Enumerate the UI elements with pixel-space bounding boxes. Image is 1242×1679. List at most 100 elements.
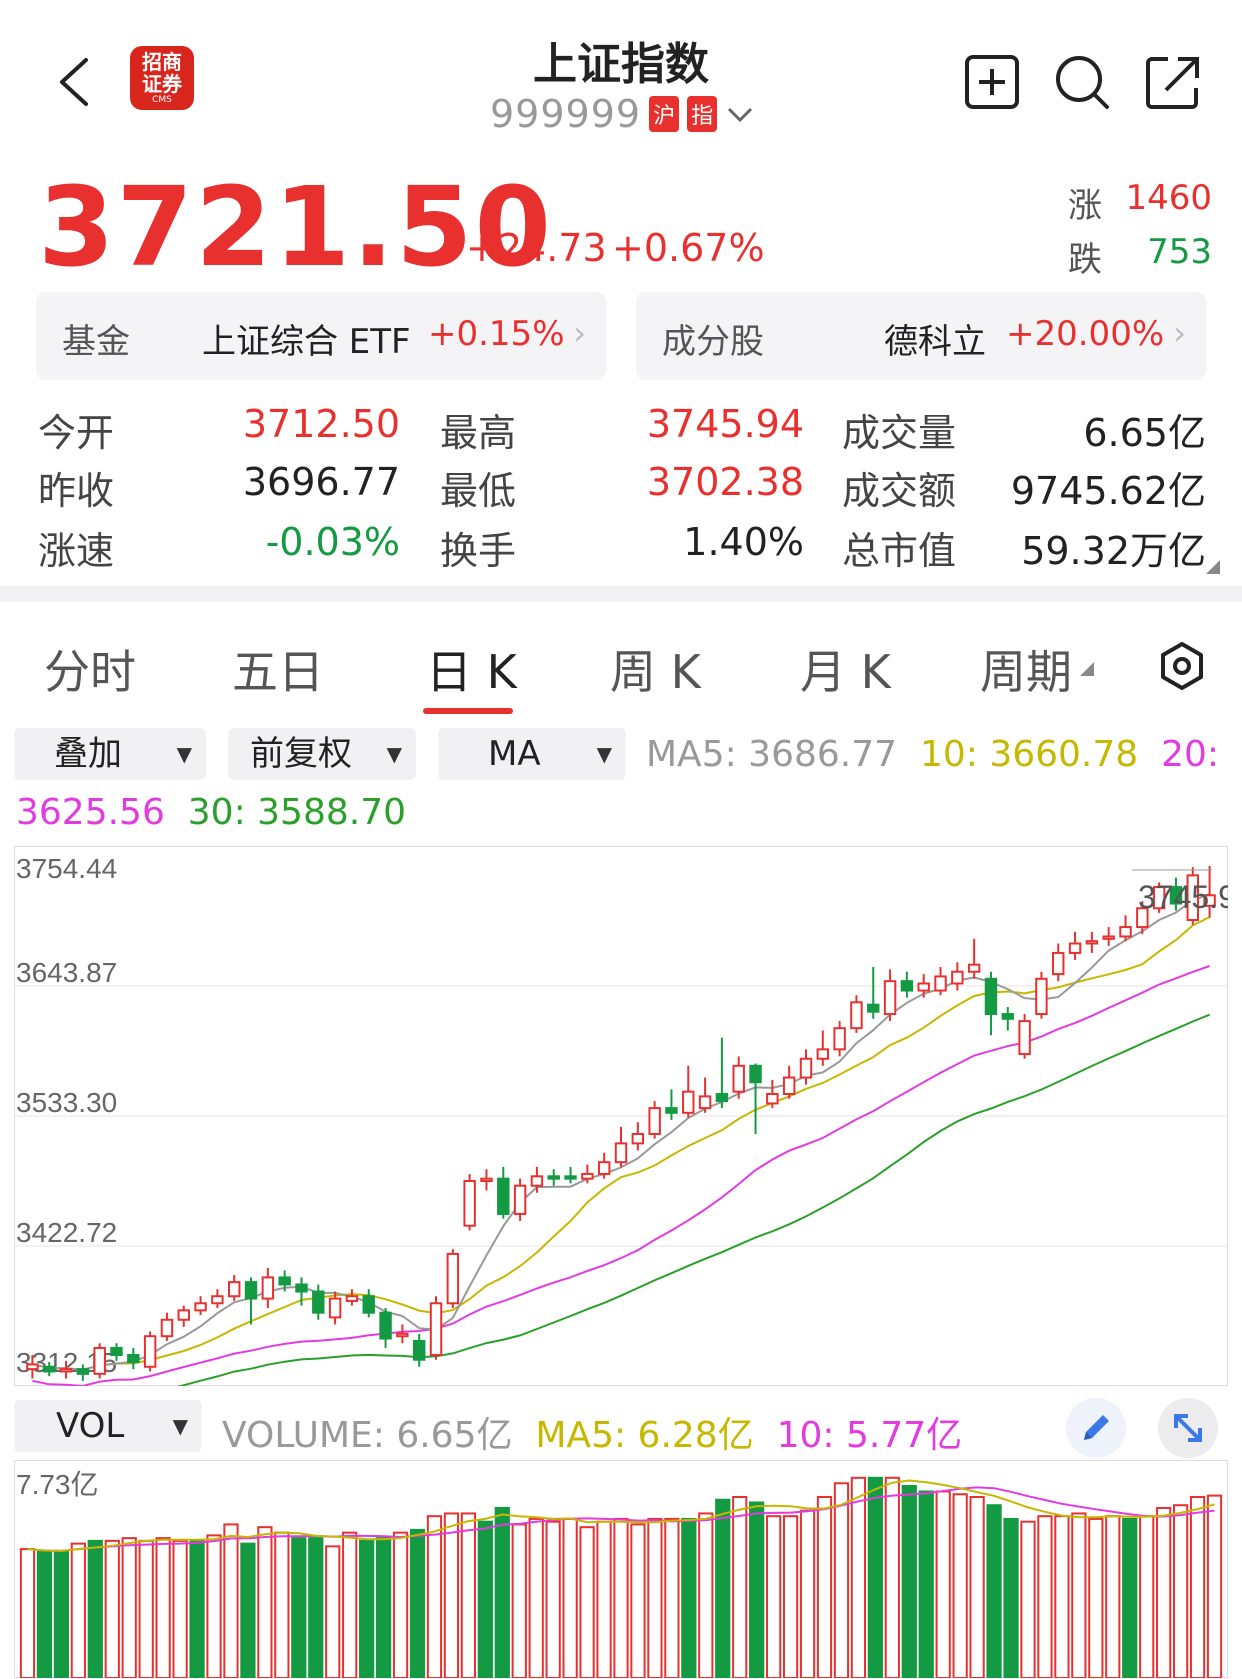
candle-body bbox=[665, 1107, 678, 1114]
chart-settings-button[interactable] bbox=[1156, 640, 1208, 696]
volume-bar bbox=[782, 1515, 799, 1678]
tab-2[interactable]: 日 K bbox=[426, 636, 517, 702]
volume-bar bbox=[392, 1531, 409, 1678]
candle-body bbox=[227, 1281, 241, 1298]
volume-bar bbox=[70, 1542, 86, 1678]
candle bbox=[513, 1178, 527, 1221]
candle-body bbox=[648, 1107, 661, 1135]
candle-body bbox=[850, 1001, 863, 1030]
candle-body bbox=[312, 1290, 325, 1314]
candle-body bbox=[1068, 942, 1082, 954]
related-fund-card[interactable]: 基金 上证综合 ETF +0.15% › bbox=[36, 292, 606, 380]
volume-bar bbox=[545, 1520, 561, 1678]
volume-bar bbox=[240, 1542, 256, 1678]
ma20-label: 20: bbox=[1161, 734, 1220, 775]
fullscreen-button[interactable] bbox=[1158, 1398, 1218, 1458]
stat-value: 59.32万亿 bbox=[1021, 529, 1206, 573]
ma10-value: 10: 3660.78 bbox=[919, 734, 1139, 775]
candle-body bbox=[547, 1175, 560, 1180]
candle bbox=[631, 1122, 645, 1151]
candle-body bbox=[564, 1175, 577, 1180]
tab-0[interactable]: 分时 bbox=[44, 636, 136, 702]
candle bbox=[1085, 931, 1099, 953]
volume-bar bbox=[1172, 1504, 1189, 1678]
candle-body bbox=[345, 1295, 359, 1302]
indicator-dropdown[interactable]: MA ▼ bbox=[438, 728, 626, 780]
candle-body bbox=[1035, 977, 1048, 1016]
share-button[interactable] bbox=[1144, 54, 1200, 110]
candle-body bbox=[244, 1281, 258, 1300]
draw-button[interactable] bbox=[1066, 1398, 1126, 1458]
volume-bar bbox=[274, 1531, 290, 1678]
volume-bar bbox=[1122, 1517, 1138, 1678]
candle bbox=[362, 1289, 375, 1318]
candle-body bbox=[967, 963, 981, 973]
volume-bar bbox=[359, 1539, 375, 1678]
volume-bar bbox=[36, 1550, 53, 1678]
stat-value: -0.03% bbox=[265, 520, 400, 564]
candle bbox=[379, 1307, 392, 1348]
add-watchlist-button[interactable] bbox=[964, 54, 1020, 110]
candle-body bbox=[194, 1302, 207, 1312]
volume-chart[interactable]: 7.73亿 bbox=[14, 1460, 1228, 1678]
candle bbox=[244, 1277, 258, 1325]
ma30-value: 30: 3588.70 bbox=[187, 792, 407, 833]
candle-body bbox=[614, 1142, 628, 1164]
dropdown-caret-icon: ▼ bbox=[172, 1414, 188, 1438]
candle bbox=[833, 1021, 846, 1057]
candle bbox=[530, 1166, 544, 1193]
stat-label: 今开 bbox=[38, 411, 115, 455]
candle bbox=[177, 1305, 190, 1327]
candle-body bbox=[934, 975, 947, 992]
candle-body bbox=[799, 1057, 813, 1079]
adjust-dropdown[interactable]: 前复权 ▼ bbox=[228, 728, 416, 780]
candle bbox=[396, 1324, 409, 1344]
volume-bar bbox=[816, 1495, 833, 1678]
candle bbox=[614, 1126, 628, 1167]
volume-bar bbox=[138, 1539, 154, 1678]
candle-body bbox=[497, 1177, 510, 1215]
volume-bar bbox=[1088, 1517, 1104, 1678]
candlestick-chart[interactable]: 3754.443643.873533.303422.723312.153745.… bbox=[14, 846, 1228, 1386]
security-selector[interactable]: 999999 沪 指 bbox=[490, 92, 755, 136]
candle-body bbox=[59, 1368, 73, 1373]
volume-bar bbox=[409, 1528, 426, 1678]
search-button[interactable] bbox=[1054, 54, 1110, 110]
candle-body bbox=[698, 1095, 712, 1110]
candle bbox=[715, 1037, 729, 1109]
candle-body bbox=[530, 1175, 544, 1187]
candle bbox=[127, 1347, 140, 1370]
candle-body bbox=[715, 1093, 729, 1103]
volume-indicator-dropdown[interactable]: VOL ▼ bbox=[14, 1400, 202, 1452]
tab-1[interactable]: 五日 bbox=[232, 636, 324, 702]
candle-body bbox=[631, 1132, 645, 1145]
volume-bar bbox=[562, 1517, 578, 1678]
stat-value: 1.40% bbox=[683, 520, 804, 564]
volume-bar bbox=[969, 1495, 985, 1678]
tab-4[interactable]: 月 K bbox=[800, 636, 891, 702]
candle bbox=[412, 1333, 426, 1367]
volume-bar bbox=[19, 1548, 36, 1678]
candle-body bbox=[749, 1064, 762, 1084]
dropdown-caret-icon: ▼ bbox=[596, 742, 612, 766]
candle bbox=[1052, 943, 1065, 982]
ma-legend-row1: MA5: 3686.77 10: 3660.78 20: bbox=[646, 734, 1219, 775]
stat-label: 总市值 bbox=[842, 529, 957, 573]
volume-bar bbox=[681, 1517, 697, 1678]
expand-corner-icon[interactable] bbox=[1206, 560, 1220, 574]
volume-bar bbox=[121, 1537, 137, 1678]
volume-bar bbox=[1054, 1515, 1070, 1678]
overlay-dropdown[interactable]: 叠加 ▼ bbox=[14, 728, 206, 780]
volume-bar bbox=[104, 1539, 120, 1678]
top-constituent-card[interactable]: 成分股 德科立 +20.00% › bbox=[636, 292, 1206, 380]
tab-5[interactable]: 周期 bbox=[980, 636, 1072, 702]
price-change: +24.73 bbox=[466, 226, 607, 270]
tab-3[interactable]: 周 K bbox=[610, 636, 701, 702]
candle bbox=[564, 1166, 577, 1184]
section-divider bbox=[0, 586, 1242, 602]
volume-bar bbox=[630, 1523, 646, 1678]
candle bbox=[749, 1063, 762, 1134]
volume-bar bbox=[1139, 1515, 1155, 1678]
candle-body bbox=[1119, 926, 1132, 938]
candle bbox=[497, 1166, 510, 1219]
